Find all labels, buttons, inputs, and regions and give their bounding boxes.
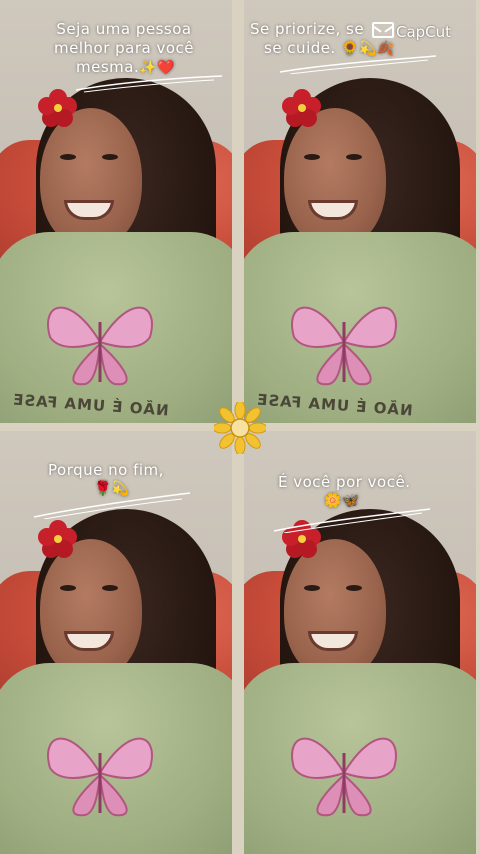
face — [40, 539, 142, 679]
left-eye — [304, 154, 320, 160]
caption-line: Porque no fim, — [48, 461, 164, 479]
right-eye — [102, 154, 118, 160]
smile — [308, 200, 358, 220]
watermark-text: CapCut — [396, 23, 452, 41]
right-eye — [102, 585, 118, 591]
swoosh-line-icon — [279, 55, 437, 74]
photo-panel-4: É você por você. 🌼🦋 — [244, 431, 476, 854]
swoosh-line-icon — [75, 75, 223, 93]
caption-line: melhor para você — [54, 39, 194, 57]
caption-panel-4: É você por você. 🌼🦋 — [278, 473, 410, 511]
hibiscus-icon — [38, 89, 77, 127]
butterfly-print-icon — [291, 306, 397, 386]
left-eye — [60, 154, 76, 160]
smile — [64, 631, 114, 651]
hibiscus-icon — [38, 520, 77, 558]
left-eye — [60, 585, 76, 591]
left-eye — [304, 585, 320, 591]
collage: NÃO É UMA FASE Seja uma pessoa melhor pa… — [0, 0, 480, 854]
smile — [64, 200, 114, 220]
photo-panel-1: NÃO É UMA FASE Seja uma pessoa melhor pa… — [0, 0, 232, 423]
face — [40, 108, 142, 248]
smile — [308, 631, 358, 651]
capcut-watermark: CapCut — [372, 22, 451, 41]
hibiscus-icon — [282, 89, 321, 127]
face — [284, 539, 386, 679]
caption-line: É você por você. — [278, 473, 411, 491]
right-eye — [346, 585, 362, 591]
caption-line: Seja uma pessoa — [56, 20, 192, 38]
swoosh-line-icon — [33, 492, 191, 519]
butterfly-print-icon — [47, 306, 153, 386]
swoosh-line-icon — [273, 508, 431, 533]
photo-panel-2: NÃO É UMA FASE Se priorize, se se cuide.… — [244, 0, 476, 423]
butterfly-print-icon — [47, 737, 153, 817]
butterfly-print-icon — [291, 737, 397, 817]
photo-panel-3: Porque no fim, 🌹💫 — [0, 431, 232, 854]
caption-panel-1: Seja uma pessoa melhor para você mesma.✨… — [54, 20, 194, 78]
sunflower-icon — [214, 402, 266, 454]
right-eye — [346, 154, 362, 160]
face — [284, 108, 386, 248]
capcut-logo-icon — [372, 22, 394, 38]
